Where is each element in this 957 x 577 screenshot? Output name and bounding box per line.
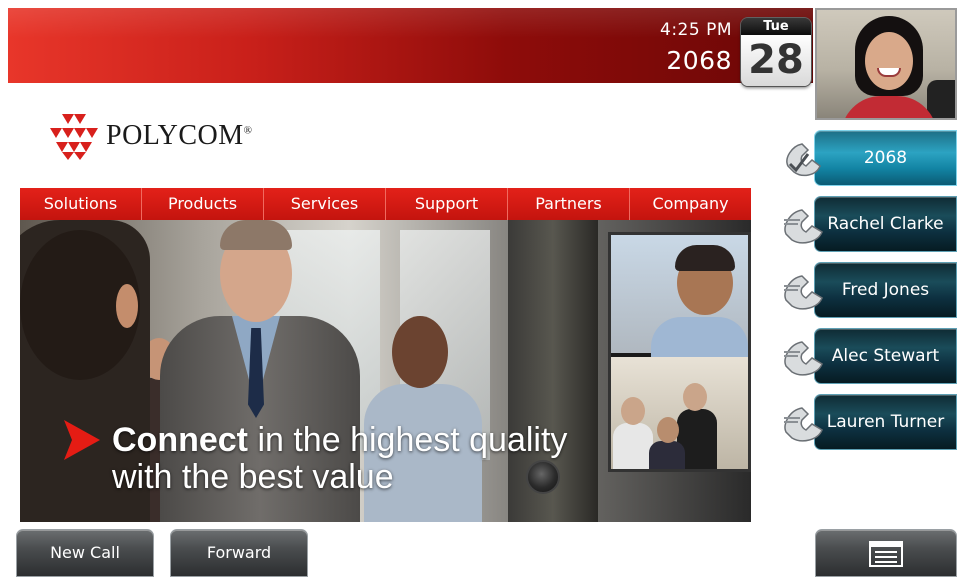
line-key-label: Alec Stewart (831, 346, 940, 366)
nav-partners[interactable]: Partners (508, 188, 630, 220)
video-monitor (608, 232, 751, 472)
menu-list-icon (869, 541, 903, 567)
menu-button[interactable] (815, 529, 957, 577)
remote-group-head (657, 417, 679, 443)
nav-solutions[interactable]: Solutions (20, 188, 142, 220)
standing-man-hair (220, 220, 292, 250)
self-view-video[interactable] (815, 8, 957, 120)
seated-person-head (392, 316, 448, 388)
clock-time: 4:25 PM (660, 20, 732, 40)
line-key-2068[interactable]: 2068 (780, 130, 957, 186)
calendar-day-number: 28 (741, 35, 811, 86)
line-key-label: Lauren Turner (826, 412, 945, 432)
polycom-logo[interactable]: POLYCOM® (48, 112, 278, 162)
nav-products[interactable]: Products (142, 188, 264, 220)
line-key-fred-jones[interactable]: Fred Jones (780, 262, 957, 318)
monitor-remote-participant (611, 235, 748, 357)
remote-group-head (683, 383, 707, 411)
nav-company[interactable]: Company (630, 188, 751, 220)
line-key-label: 2068 (863, 148, 908, 168)
self-view-body (841, 96, 937, 118)
polycom-logo-icon (50, 114, 98, 160)
remote-group-person (649, 441, 685, 469)
self-view-chair (927, 80, 955, 118)
forward-button[interactable]: Forward (170, 529, 308, 577)
line-key-alec-stewart[interactable]: Alec Stewart (780, 328, 957, 384)
foreground-person-ear (116, 284, 138, 328)
line-key-rachel-clarke[interactable]: Rachel Clarke (780, 196, 957, 252)
calendar-day: Tue (741, 18, 811, 35)
hero-headline: Connect in the highest quality with the … (112, 421, 568, 496)
hero-banner[interactable]: Connect in the highest quality with the … (20, 220, 751, 522)
status-bar: 4:25 PM 2068 Tue 28 (8, 8, 813, 86)
site-nav: Solutions Products Services Support Part… (20, 188, 751, 220)
new-call-button[interactable]: New Call (16, 529, 154, 577)
remote-group-person (613, 423, 653, 469)
polycom-logo-text: POLYCOM® (106, 120, 253, 151)
remote-group-head (621, 397, 645, 425)
line-key-lauren-turner[interactable]: Lauren Turner (780, 394, 957, 450)
nav-support[interactable]: Support (386, 188, 508, 220)
line-key-label: Rachel Clarke (827, 214, 944, 234)
play-arrow-icon (64, 420, 100, 460)
web-content[interactable]: Solutions Products Services Support Part… (20, 188, 751, 522)
line-number: 2068 (666, 46, 732, 75)
nav-services[interactable]: Services (264, 188, 386, 220)
line-key-label: Fred Jones (841, 280, 930, 300)
remote-shirt (651, 317, 748, 357)
calendar-date: Tue 28 (741, 18, 811, 86)
remote-hair (675, 245, 735, 271)
self-view-face (865, 32, 913, 90)
monitor-remote-group (611, 357, 748, 469)
